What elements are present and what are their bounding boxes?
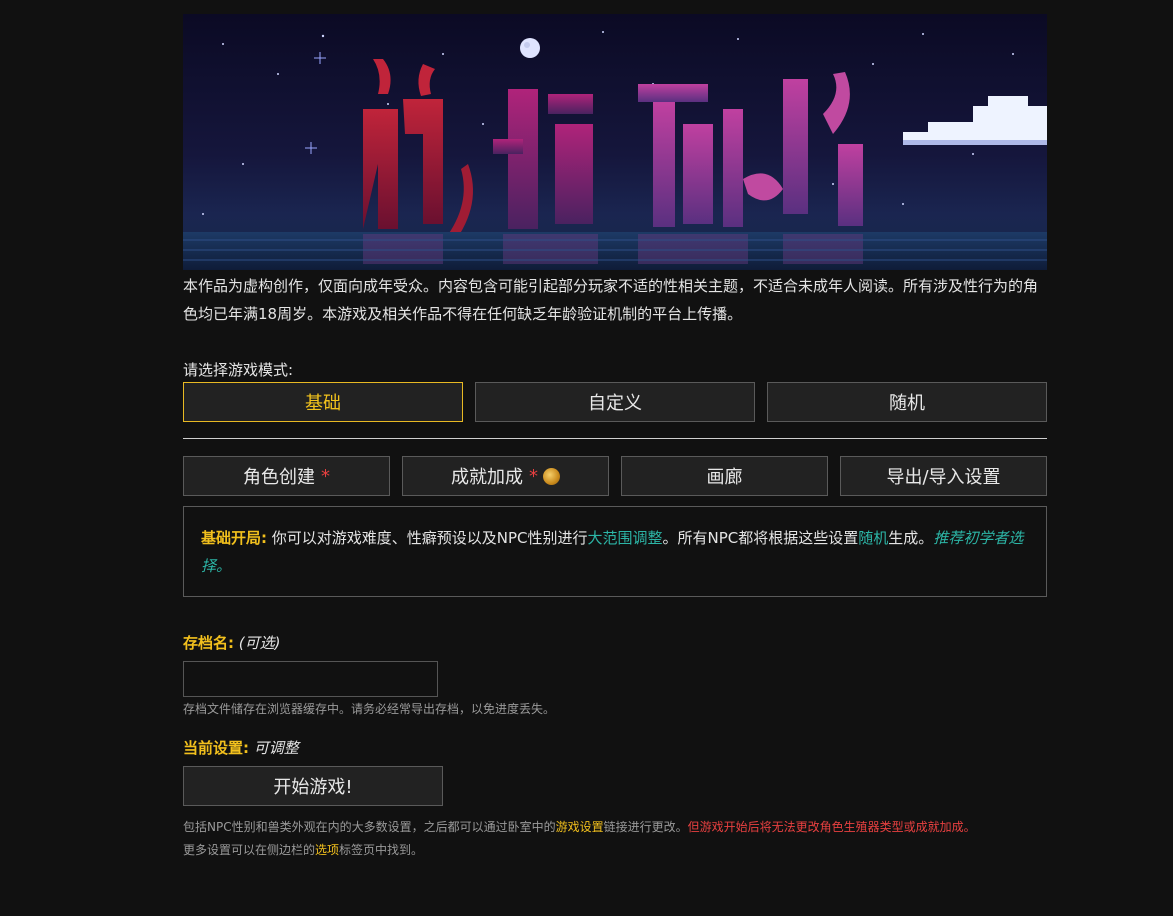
mode-select-group: 基础 自定义 随机	[183, 382, 1047, 422]
mode-basic-button[interactable]: 基础	[183, 382, 463, 422]
mode-description-text: 你可以对游戏难度、性癖预设以及NPC性别进行	[267, 529, 588, 547]
coin-icon	[543, 467, 560, 485]
mode-description-text: 。所有NPC都将根据这些设置	[662, 529, 859, 547]
options-link[interactable]: 选项	[315, 843, 339, 857]
content-disclaimer: 本作品为虚构创作，仅面向成年受众。内容包含可能引起部分玩家不适的性相关主题，不适…	[183, 277, 1039, 323]
required-marker: *	[321, 465, 330, 487]
mode-description-panel: 基础开局: 你可以对游戏难度、性癖预设以及NPC性别进行大范围调整。所有NPC都…	[183, 506, 1047, 597]
tab-character-label: 角色创建	[243, 467, 315, 488]
note-text: 更多设置可以在侧边栏的	[183, 843, 316, 857]
mode-select-label: 请选择游戏模式:	[183, 361, 294, 379]
save-name-label: 存档名: (可选)	[183, 633, 1047, 653]
random-link[interactable]: 随机	[858, 529, 888, 547]
tab-gallery[interactable]: 画廊	[621, 456, 828, 496]
game-settings-link[interactable]: 游戏设置	[556, 820, 604, 834]
settings-note: 包括NPC性别和兽类外观在内的大多数设置，之后都可以通过卧室中的游戏设置链接进行…	[183, 816, 1047, 862]
tab-export-import[interactable]: 导出/导入设置	[840, 456, 1047, 496]
mode-random-button[interactable]: 随机	[767, 382, 1047, 422]
required-marker: *	[529, 465, 538, 487]
title-banner	[183, 14, 1047, 270]
current-settings-label: 当前设置: 可调整	[183, 738, 1047, 758]
save-name-title: 存档名:	[183, 634, 234, 652]
mode-description-text: 生成。	[888, 529, 934, 547]
current-settings-value: 可调整	[253, 739, 299, 757]
tab-character-creation[interactable]: 角色创建 *	[183, 456, 390, 496]
tab-achievement-bonus[interactable]: 成就加成 *	[402, 456, 609, 496]
main-column: 本作品为虚构创作，仅面向成年受众。内容包含可能引起部分玩家不适的性相关主题，不适…	[183, 14, 1047, 862]
mode-custom-button[interactable]: 自定义	[475, 382, 755, 422]
setup-tabs: 角色创建 * 成就加成 * 画廊 导出/导入设置	[183, 456, 1047, 496]
save-storage-hint: 存档文件储存在浏览器缓存中。请务必经常导出存档，以免进度丢失。	[183, 702, 556, 716]
mode-description-title: 基础开局:	[201, 529, 267, 547]
start-game-button[interactable]: 开始游戏!	[183, 766, 443, 806]
current-settings-title: 当前设置:	[183, 739, 249, 757]
title-logo-image	[183, 31, 1047, 270]
note-text: 包括NPC性别和兽类外观在内的大多数设置，之后都可以通过卧室中的	[183, 820, 556, 834]
wide-adjust-link[interactable]: 大范围调整	[588, 529, 663, 547]
note-text: 链接进行更改。	[603, 820, 688, 834]
tab-achievement-label: 成就加成	[451, 467, 523, 488]
divider	[183, 438, 1047, 439]
note-warning: 但游戏开始后将无法更改角色生殖器类型或成就加成。	[687, 820, 976, 834]
save-name-input[interactable]	[183, 661, 438, 697]
note-text: 标签页中找到。	[339, 843, 424, 857]
optional-tag: (可选)	[238, 634, 281, 652]
